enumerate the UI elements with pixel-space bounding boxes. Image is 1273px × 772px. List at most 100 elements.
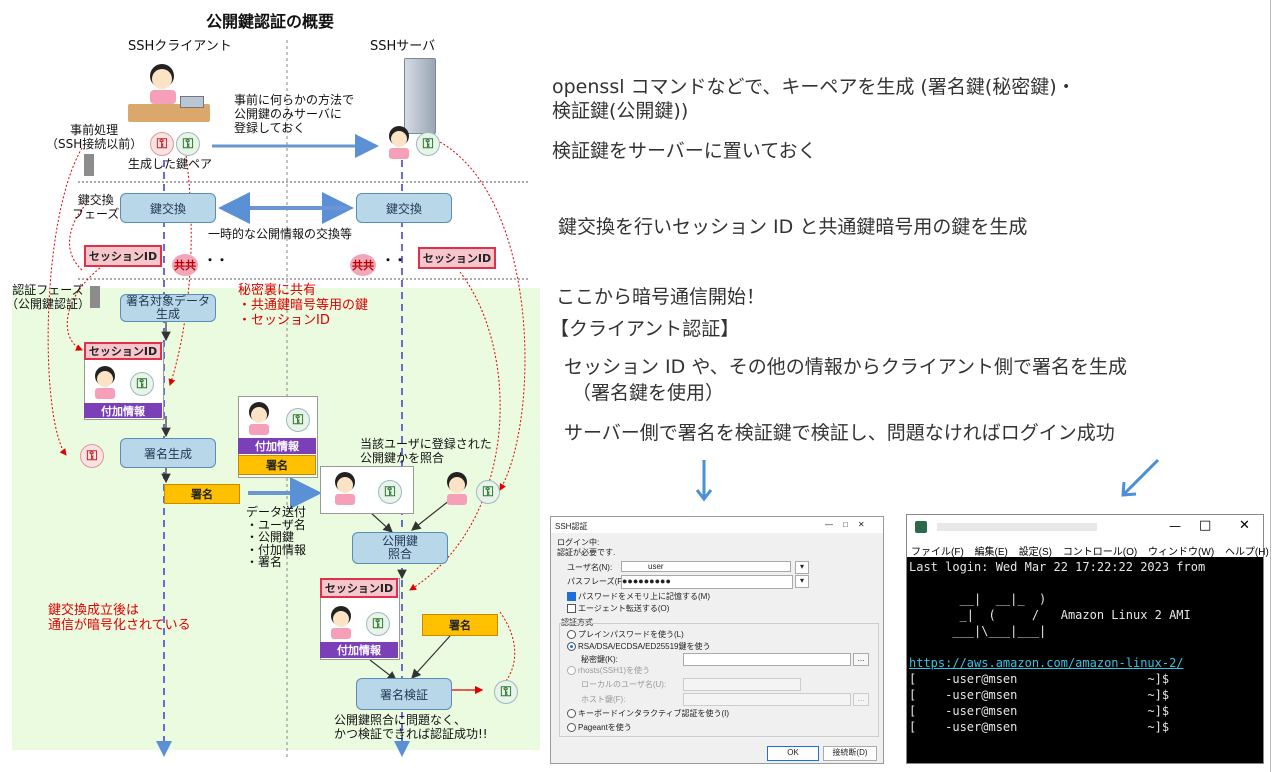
pre-register-note: 事前に何らかの方法で 公開鍵のみサーバに 登録しておく <box>234 93 355 135</box>
terminal-line: __| __|_ ) <box>909 592 1047 606</box>
terminal-prompt: [ -user@msen ~]$ <box>909 672 1170 686</box>
auth-required-label: 認証が必要です. <box>557 548 616 557</box>
passphrase-label: パスフレーズ(P): <box>567 577 628 586</box>
temp-exchange-label: 一時的な公開情報の交換等 <box>208 227 353 241</box>
note-line6b: （署名鍵を使用） <box>572 382 725 404</box>
private-key-input[interactable] <box>683 653 851 666</box>
card-avatar-client <box>90 364 120 399</box>
success-note: 公開鍵照合に問題なく、 かつ検証できれば認証成功!! <box>334 713 488 741</box>
shared-key-server-icon: 共共 <box>350 254 376 276</box>
pre-process-arrow-icon <box>84 154 94 176</box>
registered-public-key-icon: ⚿ <box>476 480 500 504</box>
remember-pw-label: パスワードをメモリ上に記憶する(M) <box>578 592 710 601</box>
card-session-id: セッションID <box>84 342 162 360</box>
diagram-title: 公開鍵認証の概要 <box>206 12 335 31</box>
dialog-window-controls[interactable]: —□✕ <box>825 520 875 529</box>
ok-button[interactable]: OK <box>767 746 819 761</box>
host-key-browse-button[interactable]: ... <box>853 693 869 706</box>
note-line1a: openssl コマンドなどで、キーペアを生成 (署名鍵(秘密鍵)・ <box>552 76 1076 98</box>
received-public-key-icon: ⚿ <box>378 480 402 504</box>
signature-client-box: 署名 <box>164 484 240 504</box>
verify-key-icon: ⚿ <box>494 680 518 704</box>
lookup-note: 当該ユーザに登録された 公開鍵かを照合 <box>360 437 492 465</box>
terminal-link[interactable]: https://aws.amazon.com/amazon-linux-2/ <box>909 655 1261 671</box>
pageant-label: Pageantを使う <box>578 723 632 732</box>
secret-share-note: 秘密裏に共有 ・共通鍵暗号等用の鍵 ・セッションID <box>238 283 369 328</box>
terminal-line: ___|\___|___| <box>909 624 1047 638</box>
terminal-menubar: ファイル(F) 編集(E) 設定(S) コントロール(O) ウィンドウ(W) ヘ… <box>911 543 1269 558</box>
auth-phase-arrow-icon <box>90 286 100 308</box>
terminal-maximize-button[interactable]: □ <box>1199 518 1211 533</box>
public-key-icon: ⚿ <box>176 132 200 156</box>
terminal-prompt: [ -user@msen ~]$ <box>909 720 1170 734</box>
card-addl-info: 付加情報 <box>84 403 162 418</box>
username-input[interactable]: user <box>621 561 791 572</box>
plain-password-label: プレインパスワードを使う(L) <box>578 630 684 639</box>
pointer-arrow-icon-2 <box>1121 458 1160 497</box>
local-user-input[interactable] <box>683 678 801 691</box>
data-send-label: データ送付 ・ユーザ名 ・公開鍵 ・付加情報 ・署名 <box>246 505 307 570</box>
server-label: SSHサーバ <box>370 39 436 54</box>
server-card-session-id: セッションID <box>320 578 398 598</box>
host-key-input[interactable] <box>683 693 851 706</box>
terminal-line: Last login: Wed Mar 22 17:22:22 2023 fro… <box>909 560 1206 574</box>
local-user-label: ローカルのユーザ名(U): <box>581 680 667 689</box>
private-key-label: 秘密鍵(K): <box>581 655 618 664</box>
sign-target-box: 署名対象データ 生成 <box>120 294 216 322</box>
note-line7: サーバー側で署名を検証鍵で検証し、問題なければログイン成功 <box>564 422 1115 444</box>
remember-pw-checkbox[interactable] <box>567 592 576 601</box>
card-public-key-icon: ⚿ <box>130 372 154 396</box>
server-card-addl-info: 付加情報 <box>320 642 398 658</box>
session-id-client-box: セッションID <box>84 245 162 267</box>
private-key-icon: ⚿ <box>150 132 174 156</box>
transit-public-key-icon: ⚿ <box>286 408 310 432</box>
terminal-window: — □ ✕ ファイル(F) 編集(E) 設定(S) コントロール(O) ウィンド… <box>906 514 1269 764</box>
received-avatar <box>330 470 360 505</box>
kex-box-server: 鍵交換 <box>356 193 452 223</box>
terminal-screen[interactable]: Last login: Wed Mar 22 17:22:22 2023 fro… <box>907 557 1263 763</box>
rhosts-radio[interactable] <box>567 666 576 675</box>
disconnect-button[interactable]: 接続断(D) <box>823 746 877 761</box>
terminal-app-icon <box>915 521 927 533</box>
rsa-key-radio[interactable] <box>567 642 576 651</box>
terminal-prompt: [ -user@msen ~]$ <box>909 688 1170 702</box>
rsa-key-label: RSA/DSA/ECDSA/ED25519鍵を使う <box>578 642 711 651</box>
pubkey-match-box: 公開鍵 照合 <box>352 532 448 564</box>
terminal-close-button[interactable]: ✕ <box>1239 518 1250 533</box>
sig-verify-box: 署名検証 <box>356 678 452 710</box>
pre-process-label: 事前処理 （SSH接続以前） <box>46 123 143 151</box>
transit-signature: 署名 <box>238 455 316 475</box>
passphrase-dropdown-icon[interactable]: ▾ <box>795 575 809 588</box>
dialog-title: SSH認証 <box>555 522 588 531</box>
terminal-line: _| ( / Amazon Linux 2 AMI <box>909 608 1191 622</box>
note-line3: 鍵交換を行いセッション ID と共通鍵暗号用の鍵を生成 <box>558 216 1028 238</box>
auth-phase-label: 認証フェーズ （公開鍵認証） <box>6 283 91 311</box>
note-line4: ここから暗号通信開始！ <box>556 286 766 308</box>
client-label: SSHクライアント <box>128 39 232 54</box>
server-public-key-icon: ⚿ <box>416 132 440 156</box>
plain-password-radio[interactable] <box>567 630 576 639</box>
dots-client: ・・ <box>204 253 229 267</box>
terminal-prompt: [ -user@msen ~]$ <box>909 704 1170 718</box>
private-key-browse-button[interactable]: ... <box>853 653 869 666</box>
pageant-radio[interactable] <box>567 723 576 732</box>
note-line2: 検証鍵をサーバーに置いておく <box>552 140 817 162</box>
shared-key-client-icon: 共共 <box>172 254 198 276</box>
note-line6a: セッション ID や、その他の情報からクライアント側で署名を生成 <box>564 356 1127 378</box>
rhosts-label: rhosts(SSH1)を使う <box>578 666 651 675</box>
passphrase-input[interactable]: ●●●●●●●●● <box>621 575 793 589</box>
username-dropdown-icon[interactable]: ▾ <box>795 561 809 574</box>
keyboard-interactive-radio[interactable] <box>567 709 576 718</box>
sig-gen-box: 署名生成 <box>120 438 216 468</box>
server-card-avatar <box>326 604 356 639</box>
terminal-minimize-button[interactable]: — <box>1169 519 1181 533</box>
encrypted-note: 鍵交換成立後は 通信が暗号化されている <box>48 603 191 633</box>
note-line1b: 検証鍵(公開鍵)) <box>552 100 689 122</box>
agent-forward-checkbox[interactable] <box>567 604 576 613</box>
ssh-auth-dialog: SSH認証 —□✕ ログイン中: 認証が必要です. ユーザ名(N): user … <box>550 516 884 764</box>
keyboard-interactive-label: キーボードインタラクティブ認証を使う(I) <box>578 709 730 718</box>
signing-key-icon: ⚿ <box>80 444 104 468</box>
transit-addl-info: 付加情報 <box>238 438 316 454</box>
